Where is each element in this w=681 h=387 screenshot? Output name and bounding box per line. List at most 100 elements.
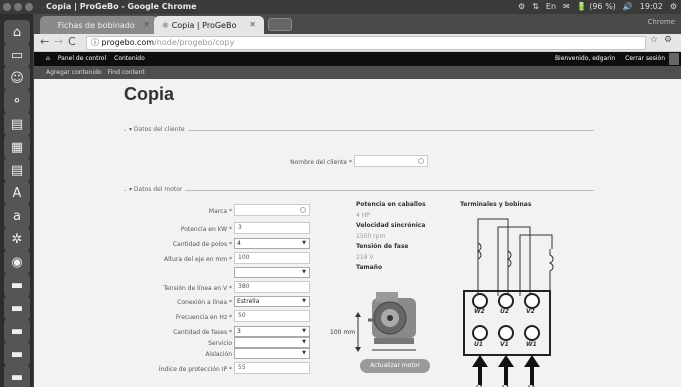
logout-link[interactable]: Cerrar sesión [625, 55, 665, 62]
tray-item-2[interactable]: En [546, 2, 556, 11]
launcher-app-6[interactable]: ▤ [4, 158, 30, 182]
motor-section-legend[interactable]: ▾ Datos del motor [126, 186, 186, 193]
connection-select[interactable]: Estrella ▼ [234, 296, 310, 307]
launcher-app-10[interactable]: ◉ [4, 250, 30, 274]
launcher-app-1[interactable]: ▭ [4, 43, 30, 67]
terminal-u1: U1 [474, 341, 484, 348]
toolbar-toggle[interactable] [669, 53, 679, 65]
dropdown-arrow-icon: ▼ [302, 298, 306, 304]
client-section-legend[interactable]: ▾ Datos del cliente [126, 126, 188, 133]
spec-phase-voltage-label: Tensión de fase [356, 243, 409, 250]
power-kw-label: Potencia en kW * [180, 226, 232, 233]
spec-hp-label: Potencia en caballos [356, 201, 426, 208]
phases-label: Cantidad de fases * [173, 329, 232, 336]
window-controls[interactable] [3, 3, 33, 11]
launcher-app-2[interactable]: ☺ [4, 66, 30, 90]
tab-label: Fichas de bobinado [57, 20, 135, 30]
launcher-app-9[interactable]: ✲ [4, 227, 30, 251]
maximize-window-icon[interactable] [25, 3, 33, 11]
dropdown-arrow-icon: ▼ [302, 339, 306, 345]
reload-icon[interactable]: C [68, 35, 76, 48]
autocomplete-icon [300, 207, 306, 213]
site-info-icon[interactable]: ⓘ [91, 38, 99, 47]
system-top-panel: Copia | ProGeBo - Google Chrome ⚙ ⇅ En ✉ 🔋 (… [0, 0, 681, 14]
terminal-u2: U2 [500, 308, 510, 315]
admin-link-content[interactable]: Contenido [114, 55, 145, 62]
browser-window: ❋ Fichas de bobinado ✕ ❋ Copia | ProGeBo… [34, 14, 681, 387]
poles-select[interactable]: 4 ▼ [234, 238, 310, 249]
spec-rpm-value: 1500 rpm [356, 233, 386, 240]
close-window-icon[interactable] [3, 3, 11, 11]
welcome-text[interactable]: Bienvenido, edgarin [555, 55, 615, 62]
launcher-app-11[interactable]: ▬ [4, 273, 30, 297]
tab-fichas[interactable]: ❋ Fichas de bobinado ✕ [40, 16, 158, 34]
shaft-height-label: Altura del eje en mm * [163, 256, 232, 263]
spec-rpm-label: Velocidad sincrónica [356, 222, 426, 229]
admin-toolbar: ⌂ Panel de control Contenido Bienvenido,… [34, 52, 681, 66]
tray-item-5[interactable]: 🔊 [623, 2, 633, 11]
launcher-app-3[interactable]: ⚬ [4, 89, 30, 113]
phases-select[interactable]: 3 ▼ [234, 326, 310, 337]
connection-label: Conexión a línea * [177, 299, 232, 306]
motor-image [355, 292, 416, 352]
find-content-link[interactable]: Find content [108, 69, 145, 76]
frequency-input[interactable]: 50 [234, 310, 310, 322]
brand-label: Marca * [208, 208, 232, 215]
tray-item-7[interactable]: ⚙ [670, 2, 677, 11]
update-motor-button[interactable]: Actualizar motor [360, 359, 430, 373]
client-name-label: Nombre del cliente * [290, 159, 352, 166]
client-name-input[interactable] [354, 155, 428, 167]
service-select[interactable]: ▼ [234, 337, 310, 348]
tray-item-1[interactable]: ⇅ [532, 2, 539, 11]
back-icon[interactable]: ← [40, 35, 49, 48]
dropdown-arrow-icon: ▼ [302, 269, 306, 275]
autocomplete-icon [418, 158, 424, 164]
line-voltage-input[interactable]: 380 [234, 281, 310, 293]
launcher-app-14[interactable]: ▬ [4, 342, 30, 366]
frame-size-select[interactable]: ▼ [234, 267, 310, 278]
launcher-app-4[interactable]: ▤ [4, 112, 30, 136]
new-tab-button[interactable] [268, 18, 292, 31]
tray-item-4[interactable]: 🔋 (96 %) [577, 2, 616, 11]
ip-rating-input[interactable]: 55 [234, 362, 310, 374]
system-tray[interactable]: ⚙ ⇅ En ✉ 🔋 (96 %) 🔊 19:02 ⚙ [518, 2, 677, 11]
tray-item-3[interactable]: ✉ [563, 2, 570, 11]
shaft-height-input[interactable]: 100 [234, 252, 310, 264]
frequency-label: Frecuencia en Hz * [175, 314, 232, 321]
navigation-bar: ← → C ⓘ progebo.com/node/progebo/copy ☆ … [34, 34, 681, 52]
add-content-link[interactable]: Agregar contenido [46, 69, 102, 76]
dropdown-arrow-icon: ▼ [302, 328, 306, 334]
launcher-app-13[interactable]: ▬ [4, 319, 30, 343]
home-icon[interactable]: ⌂ [46, 55, 50, 62]
spec-hp-value: 4 HP [356, 212, 370, 219]
launcher-app-7[interactable]: A [4, 181, 30, 205]
spec-phase-voltage-value: 219 V [356, 254, 374, 261]
launcher-app-5[interactable]: ▦ [4, 135, 30, 159]
dropdown-arrow-icon: ▼ [302, 350, 306, 356]
launcher-app-12[interactable]: ▬ [4, 296, 30, 320]
poles-label: Cantidad de polos * [172, 241, 232, 248]
tab-copia[interactable]: ❋ Copia | ProGeBo ✕ [154, 16, 264, 34]
page-title: Copia [124, 84, 175, 104]
tray-item-6[interactable]: 19:02 [640, 2, 663, 11]
admin-link-dashboard[interactable]: Panel de control [58, 55, 106, 62]
terminals-title: Terminales y bobinas [460, 201, 532, 208]
address-bar[interactable]: ⓘ progebo.com/node/progebo/copy [86, 36, 646, 50]
launcher-app-0[interactable]: ⌂ [4, 20, 30, 44]
terminal-v1: V1 [500, 341, 509, 348]
bookmark-star-icon[interactable]: ☆ [650, 35, 658, 45]
brand-input[interactable] [234, 204, 310, 216]
minimize-window-icon[interactable] [14, 3, 22, 11]
insulation-select[interactable]: ▼ [234, 348, 310, 359]
extension-icon[interactable]: ⚙ [664, 35, 672, 45]
launcher-app-8[interactable]: a [4, 204, 30, 228]
close-tab-icon[interactable]: ✕ [143, 20, 150, 29]
forward-icon[interactable]: → [54, 35, 63, 48]
profile-label[interactable]: Chrome [648, 18, 675, 26]
power-kw-input[interactable]: 3 [234, 222, 310, 234]
spec-size-label: Tamaño [356, 264, 383, 271]
fieldset-border [124, 190, 594, 191]
launcher-app-15[interactable]: ▬ [4, 365, 30, 387]
close-tab-icon[interactable]: ✕ [249, 20, 256, 29]
tray-item-0[interactable]: ⚙ [518, 2, 525, 11]
